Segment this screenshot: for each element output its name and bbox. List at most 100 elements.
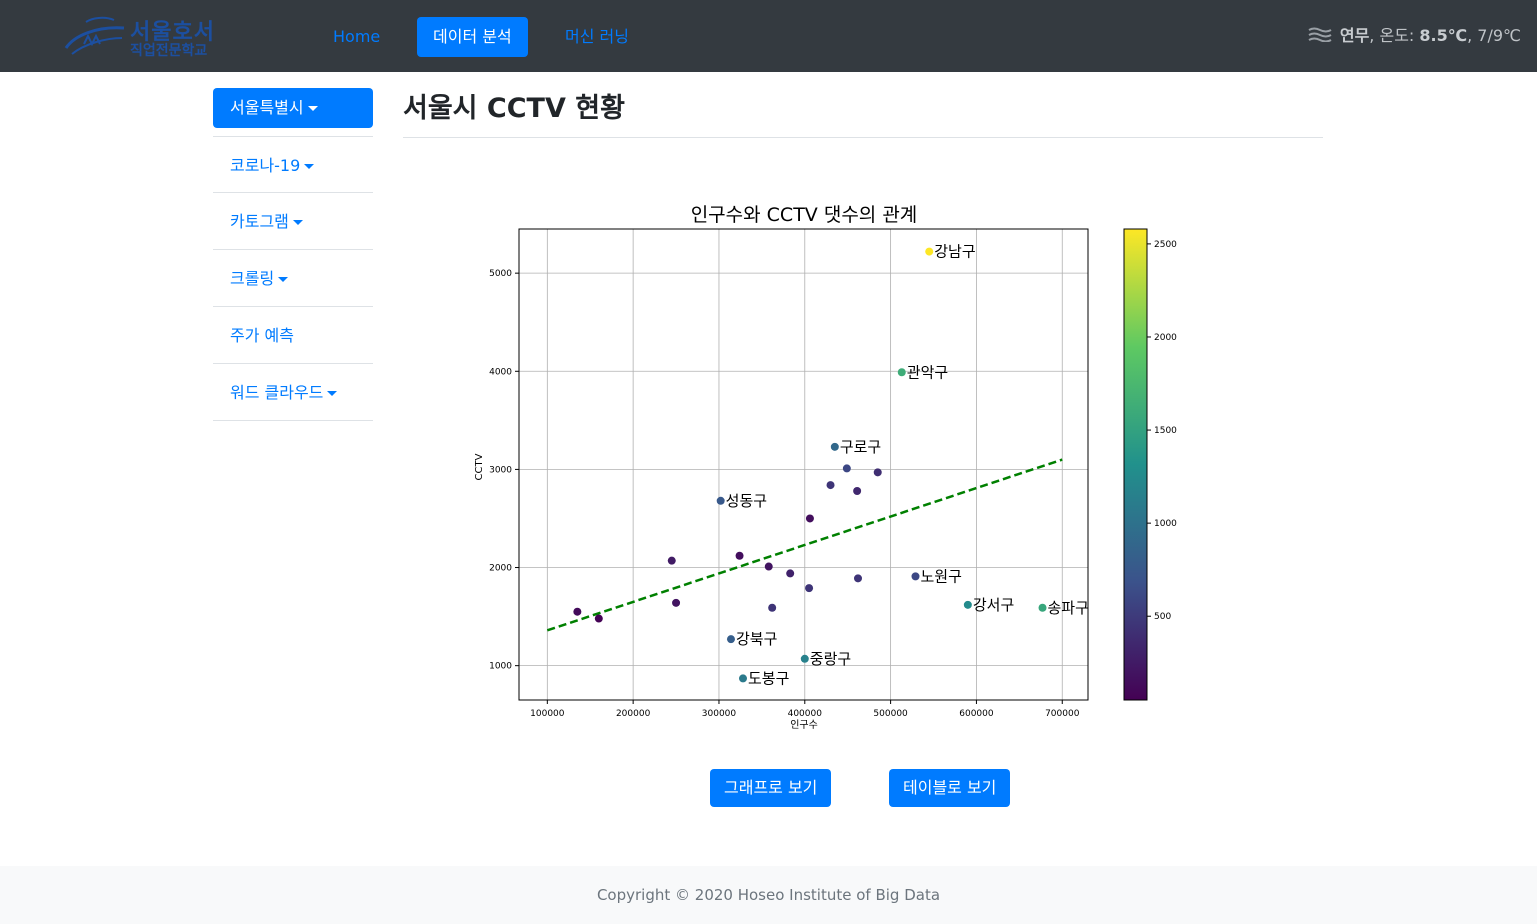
chart-title: 인구수와 CCTV 댓수의 관계 (691, 204, 918, 226)
x-tick-label: 100000 (530, 709, 565, 719)
x-axis-ticks: 100000 200000 300000 400000 500000 600000 7000… (530, 700, 1080, 719)
point-label: 관악구 (907, 363, 948, 381)
y-tick-label: 1000 (489, 662, 512, 672)
point-label: 강남구 (934, 243, 975, 261)
data-point (716, 496, 725, 505)
x-tick-label: 500000 (873, 709, 908, 719)
data-point (738, 674, 747, 683)
logo-swoosh-icon (64, 16, 125, 55)
data-point (830, 442, 839, 451)
data-point (768, 603, 777, 612)
data-point (853, 574, 862, 583)
data-point (800, 654, 809, 663)
weather-widget: 연무, 온도: 8.5℃, 7/9℃ (1308, 22, 1521, 50)
sidebar-item-corona[interactable]: 코로나-19 (213, 136, 373, 193)
nav-machine-learning-link[interactable]: 머신 러닝 (549, 17, 645, 57)
y-tick-label: 5000 (489, 269, 512, 279)
colorbar-tick-label: 500 (1154, 612, 1171, 622)
data-point (573, 607, 582, 616)
data-point (842, 464, 851, 473)
x-tick-label: 600000 (959, 709, 994, 719)
colorbar-tick-label: 1000 (1154, 519, 1177, 529)
sidebar-item-word-cloud[interactable]: 워드 클라우드 (213, 364, 373, 421)
nav-data-analysis-link[interactable]: 데이터 분석 (417, 17, 528, 57)
point-label: 구로구 (840, 438, 881, 456)
data-point (764, 562, 773, 571)
colorbar-tick-label: 1500 (1154, 426, 1177, 436)
chart-grid (519, 229, 1088, 700)
point-label: 강서구 (973, 596, 1014, 614)
colorbar-tick-label: 2000 (1154, 333, 1177, 343)
x-axis-label: 인구수 (790, 719, 818, 731)
y-tick-label: 3000 (489, 465, 512, 475)
point-label: 강북구 (736, 630, 777, 648)
x-tick-label: 400000 (788, 709, 823, 719)
nav-home-link[interactable]: Home (317, 17, 396, 57)
top-navbar: 서울호서 직업전문학교 Home 데이터 분석 머신 러닝 연무, 온도: 8.… (0, 0, 1537, 72)
view-graph-button[interactable]: 그래프로 보기 (710, 769, 832, 807)
data-point (805, 584, 814, 593)
data-points: 강남구관악구구로구성동구노원구강서구 송파구강북구중랑구도봉구 (573, 243, 1089, 687)
sidebar-item-label: 워드 클라우드 (230, 383, 324, 402)
y-axis-label: CCTV (474, 453, 485, 480)
data-point (805, 514, 814, 523)
fog-icon (1308, 23, 1332, 51)
data-point (1038, 603, 1047, 612)
sidebar-item-seoul[interactable]: 서울특별시 (213, 88, 373, 128)
sidebar: 서울특별시 코로나-19 카토그램 크롤링 주가 예측 워드 클라우드 (213, 88, 373, 421)
data-point (897, 368, 906, 377)
sidebar-item-label: 주가 예측 (230, 326, 294, 345)
colorbar-tick-label: 2500 (1154, 240, 1177, 250)
caret-down-icon (278, 277, 289, 282)
data-point (735, 551, 744, 560)
point-label: 노원구 (920, 567, 961, 585)
weather-temp-range: , 7/9℃ (1467, 26, 1521, 45)
point-label: 도봉구 (748, 669, 789, 687)
footer: Copyright © 2020 Hoseo Institute of Big … (0, 866, 1537, 924)
data-point (826, 481, 835, 490)
plot-frame (518, 228, 1089, 701)
x-tick-label: 700000 (1045, 709, 1080, 719)
caret-down-icon (292, 220, 303, 225)
sidebar-item-label: 서울특별시 (230, 98, 304, 117)
data-point (853, 486, 862, 495)
page-title: 서울시 CCTV 현황 (403, 93, 625, 124)
x-tick-label: 200000 (616, 709, 651, 719)
data-point (667, 556, 676, 565)
x-tick-label: 300000 (702, 709, 737, 719)
data-point (786, 569, 795, 578)
scatter-chart: 인구수와 CCTV 댓수의 관계 강남구관악구구로구성동구노원구강서구 송파구강북… (460, 190, 1200, 740)
y-axis-ticks: 1000 2000 3000 4000 5000 (489, 269, 519, 672)
y-tick-label: 4000 (489, 367, 512, 377)
data-point (911, 572, 920, 581)
data-point (672, 598, 681, 607)
footer-copyright: Copyright © 2020 Hoseo Institute of Big … (596, 886, 941, 904)
weather-temp-current: 8.5℃ (1419, 26, 1468, 45)
point-label: 성동구 (726, 492, 767, 510)
brand-logo[interactable]: 서울호서 직업전문학교 (62, 8, 232, 64)
sidebar-item-crawling[interactable]: 크롤링 (213, 250, 373, 307)
colorbar-ticks: 500 1000 1500 2000 2500 (1147, 240, 1177, 622)
caret-down-icon (327, 391, 338, 396)
weather-temp-label: , 온도: (1369, 26, 1420, 45)
caret-down-icon (307, 106, 318, 111)
y-tick-label: 2000 (489, 564, 512, 574)
colorbar (1123, 228, 1148, 701)
chart-svg: 인구수와 CCTV 댓수의 관계 강남구관악구구로구성동구노원구강서구 송파구강북… (474, 204, 1177, 731)
sidebar-item-label: 코로나-19 (230, 156, 301, 175)
sidebar-item-cartogram[interactable]: 카토그램 (213, 193, 373, 250)
sidebar-item-label: 카토그램 (230, 212, 289, 231)
data-point (726, 635, 735, 644)
data-point (873, 468, 882, 477)
title-divider (403, 137, 1323, 138)
point-label: 중랑구 (810, 650, 851, 668)
point-label: 송파구 (1048, 599, 1089, 617)
data-point (963, 600, 972, 609)
brand-subtitle: 직업전문학교 (130, 43, 208, 59)
data-point (925, 247, 934, 256)
weather-condition: 연무 (1339, 26, 1370, 45)
sidebar-item-stock-prediction[interactable]: 주가 예측 (213, 307, 373, 364)
data-point (594, 614, 603, 623)
caret-down-icon (304, 164, 315, 169)
view-table-button[interactable]: 테이블로 보기 (889, 769, 1011, 807)
